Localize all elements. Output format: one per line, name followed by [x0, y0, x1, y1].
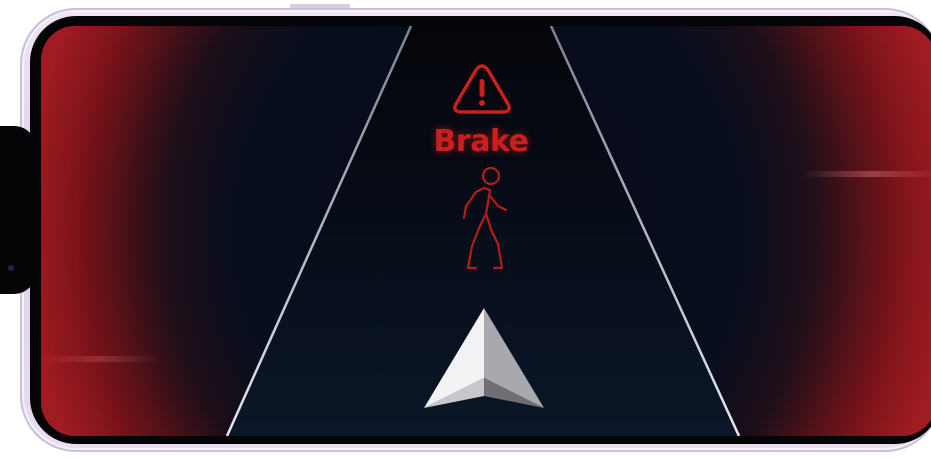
warning-triangle-icon: [453, 64, 511, 114]
camera-notch: [0, 126, 36, 294]
driving-assist-screen: Brake: [41, 26, 931, 436]
pedestrian-walking-icon: [462, 166, 508, 270]
front-camera: [8, 265, 14, 271]
brake-alert-label: Brake: [433, 124, 529, 159]
navigation-arrow-icon: [424, 308, 544, 408]
device-mockup: Brake: [0, 0, 931, 458]
